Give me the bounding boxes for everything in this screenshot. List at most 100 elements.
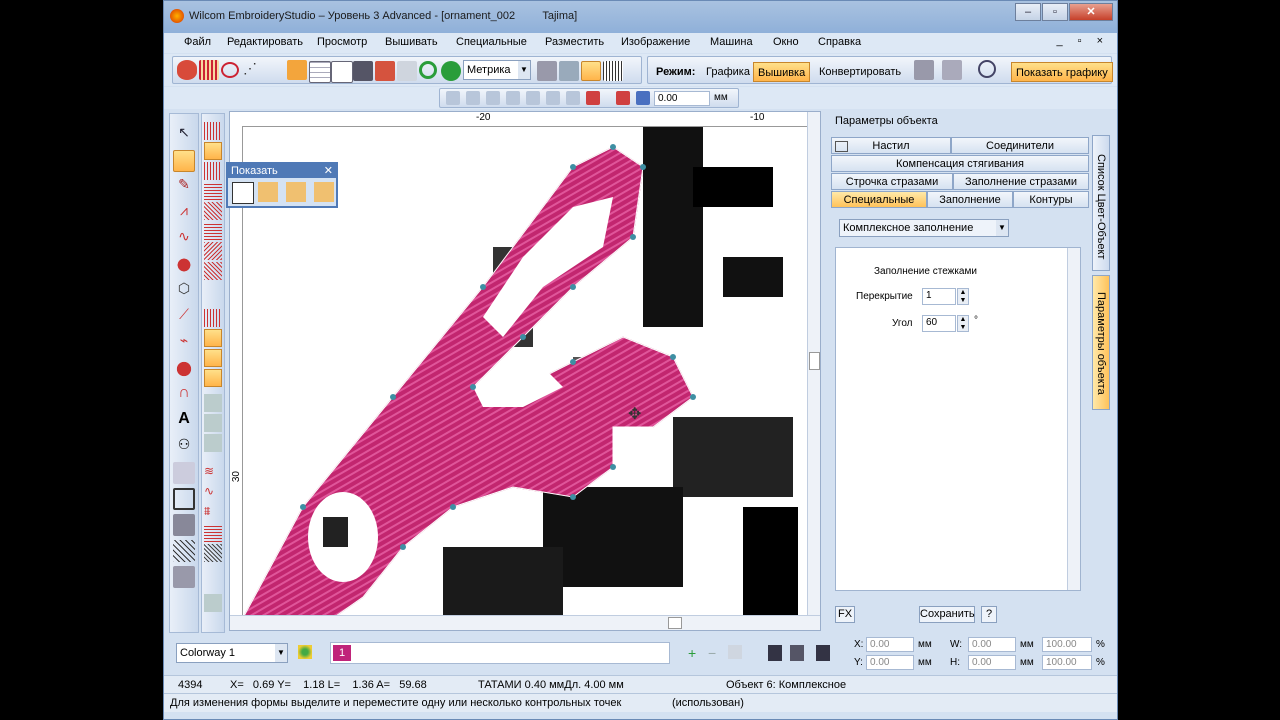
align-left-icon[interactable] xyxy=(446,91,460,105)
overlap-input[interactable]: 1 xyxy=(922,288,956,305)
show-nodes-icon[interactable] xyxy=(258,182,278,202)
lettering-icon[interactable]: A xyxy=(173,410,195,432)
h-input[interactable]: 0.00 xyxy=(968,655,1016,670)
applique-icon[interactable] xyxy=(173,462,195,484)
tab-special[interactable]: Специальные xyxy=(831,191,927,208)
mode-convert-button[interactable]: Конвертировать xyxy=(815,62,905,82)
vertical-scroll-thumb[interactable] xyxy=(809,352,820,370)
break-icon[interactable] xyxy=(616,91,630,105)
frame-icon[interactable] xyxy=(173,488,195,510)
point-icon[interactable]: ⋰ xyxy=(243,60,263,80)
color-swatch[interactable]: 1 xyxy=(333,645,351,661)
wave-icon[interactable]: ∿ xyxy=(173,228,195,250)
sequence-3-icon[interactable] xyxy=(816,645,830,661)
stitch-type-9-icon[interactable] xyxy=(204,524,222,542)
ellipse-icon[interactable] xyxy=(221,62,239,78)
stitch-type-5-icon[interactable] xyxy=(204,202,222,220)
horizontal-scroll-thumb[interactable] xyxy=(668,617,682,629)
menu-file[interactable]: Файл xyxy=(184,36,211,48)
align-icon[interactable] xyxy=(914,60,934,80)
motif-icon[interactable] xyxy=(173,514,195,536)
reshape-icon[interactable] xyxy=(173,150,195,172)
vertical-scrollbar[interactable] xyxy=(807,112,820,630)
tab-pull-compensation[interactable]: Компенсация стягивания xyxy=(831,155,1089,172)
hatch-icon[interactable] xyxy=(173,540,195,562)
tab-connectors[interactable]: Соединители xyxy=(951,137,1089,154)
fx-button[interactable]: FX xyxy=(835,606,855,623)
sequence-2-icon[interactable] xyxy=(790,645,804,661)
x-input[interactable]: 0.00 xyxy=(866,637,914,652)
cut-icon[interactable] xyxy=(397,61,417,81)
sequence-1-icon[interactable] xyxy=(768,645,782,661)
picture-icon[interactable] xyxy=(353,61,373,81)
menu-embroider[interactable]: Вышивать xyxy=(385,36,438,48)
help-button[interactable]: ? xyxy=(981,606,997,623)
stitch-type-10-icon[interactable] xyxy=(204,544,222,562)
scale-y-input[interactable]: 100.00 xyxy=(1042,655,1092,670)
menu-image[interactable]: Изображение xyxy=(621,36,690,48)
side-tab-color-object-list[interactable]: Список Цвет-Объект xyxy=(1092,135,1110,271)
zigzag-icon[interactable]: ≋ xyxy=(204,464,222,482)
color-palette-bar[interactable]: 1 xyxy=(330,642,670,664)
angle-input[interactable]: 60 xyxy=(922,315,956,332)
stitch-edit-icon[interactable] xyxy=(287,60,307,80)
add-color-icon[interactable]: + xyxy=(688,646,700,660)
refresh-icon[interactable] xyxy=(419,61,437,79)
mdi-controls[interactable]: _ ▫ × xyxy=(1056,35,1109,47)
colorway-select[interactable]: Colorway 1 ▼ xyxy=(176,643,288,663)
select-arrow-icon[interactable]: ↖ xyxy=(173,124,195,146)
menu-view[interactable]: Просмотр xyxy=(317,36,367,48)
close-icon[interactable]: ✕ xyxy=(324,164,333,178)
menu-arrange[interactable]: Разместить xyxy=(545,36,604,48)
menu-edit[interactable]: Редактировать xyxy=(227,36,303,48)
units-select[interactable]: Метрика ▼ xyxy=(463,60,531,80)
effect-3-icon[interactable] xyxy=(204,349,222,367)
wave-stitch-icon[interactable]: ∿ xyxy=(204,484,222,502)
stitch-list-icon[interactable] xyxy=(603,61,623,81)
list-icon[interactable] xyxy=(581,61,601,81)
overlap-spinner[interactable]: ▲ ▼ xyxy=(957,288,969,305)
remove-color-icon[interactable]: − xyxy=(708,646,720,660)
stitch-type-3-icon[interactable] xyxy=(204,162,222,180)
align-middle-icon[interactable] xyxy=(526,91,540,105)
angle-spinner[interactable]: ▲ ▼ xyxy=(957,315,969,332)
shape-icon[interactable]: ⬡ xyxy=(173,280,195,302)
show-select-icon[interactable] xyxy=(232,182,254,204)
input-a-icon[interactable] xyxy=(177,60,197,80)
stitch-type-4-icon[interactable] xyxy=(204,182,222,200)
panel-scrollbar[interactable] xyxy=(1067,248,1080,590)
stitch-type-2-icon[interactable] xyxy=(204,142,222,160)
color-icon[interactable] xyxy=(375,61,395,81)
menu-special[interactable]: Специальные xyxy=(456,36,527,48)
mode-graphics-button[interactable]: Графика xyxy=(702,62,754,82)
camera-icon[interactable] xyxy=(942,60,962,80)
effect-4-icon[interactable] xyxy=(204,369,222,387)
line-icon[interactable]: ⟋ xyxy=(173,306,195,328)
globe-icon[interactable] xyxy=(978,60,996,78)
stitch-type-6-icon[interactable] xyxy=(204,222,222,240)
align-center-icon[interactable] xyxy=(466,91,480,105)
tooth-icon[interactable]: ⩩ xyxy=(204,504,222,522)
pen-icon[interactable]: ✎ xyxy=(173,176,195,198)
align-top-icon[interactable] xyxy=(506,91,520,105)
stitch-type-8-icon[interactable] xyxy=(204,262,222,280)
menu-window[interactable]: Окно xyxy=(773,36,799,48)
menu-help[interactable]: Справка xyxy=(818,36,861,48)
effect-1-icon[interactable] xyxy=(204,309,222,327)
close-button[interactable]: ✕ xyxy=(1069,3,1113,21)
tab-rhinestone-fill[interactable]: Заполнение стразами xyxy=(953,173,1089,190)
stitch-type-7-icon[interactable] xyxy=(204,242,222,260)
scale-x-input[interactable]: 100.00 xyxy=(1042,637,1092,652)
arc-icon[interactable]: ∩ xyxy=(173,384,195,406)
show-line-icon[interactable] xyxy=(286,182,306,202)
circle-fill-icon[interactable] xyxy=(173,254,195,276)
align-right-icon[interactable] xyxy=(486,91,500,105)
tab-rhinestone-run[interactable]: Строчка стразами xyxy=(831,173,953,190)
sync-icon[interactable] xyxy=(441,61,461,81)
join-icon[interactable] xyxy=(636,91,650,105)
machine-icon[interactable] xyxy=(559,61,579,81)
effect-2-icon[interactable] xyxy=(204,329,222,347)
w-input[interactable]: 0.00 xyxy=(968,637,1016,652)
maximize-button[interactable]: ▫ xyxy=(1042,3,1068,21)
distribute-icon[interactable] xyxy=(566,91,580,105)
